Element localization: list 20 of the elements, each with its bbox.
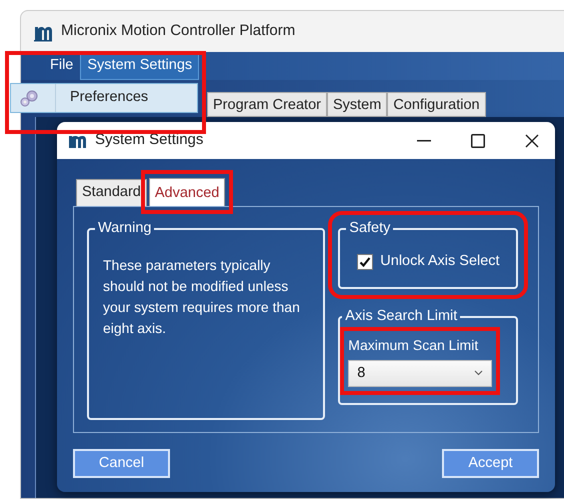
minimize-icon <box>417 140 431 142</box>
tab[interactable]: Configuration <box>387 92 486 117</box>
warning-text: These parameters typically should not be modified unless your system requires more than eight axis. <box>102 256 301 338</box>
group-title: Warning <box>97 221 152 237</box>
tab[interactable]: System <box>326 92 388 117</box>
checkbox[interactable] <box>357 254 374 270</box>
close-icon <box>525 134 539 148</box>
tab[interactable]: Standard <box>76 179 147 206</box>
menu-item[interactable]: Preferences <box>10 83 198 113</box>
chevron-down-icon <box>474 370 484 376</box>
field-label: Maximum Scan Limit <box>348 336 478 355</box>
scan-limit-select[interactable]: 8 <box>348 360 492 387</box>
group-title: Safety <box>348 221 392 237</box>
checkbox-label[interactable]: Unlock Axis Select <box>380 250 500 273</box>
maximize-icon <box>471 134 485 148</box>
dialog-title: System Settings <box>95 130 204 150</box>
window-title: Micronix Motion Controller Platform <box>61 21 296 42</box>
group-title: Axis Search Limit <box>344 309 458 325</box>
menu-item[interactable]: File <box>43 52 80 80</box>
tab[interactable]: Program Creator <box>207 92 327 117</box>
